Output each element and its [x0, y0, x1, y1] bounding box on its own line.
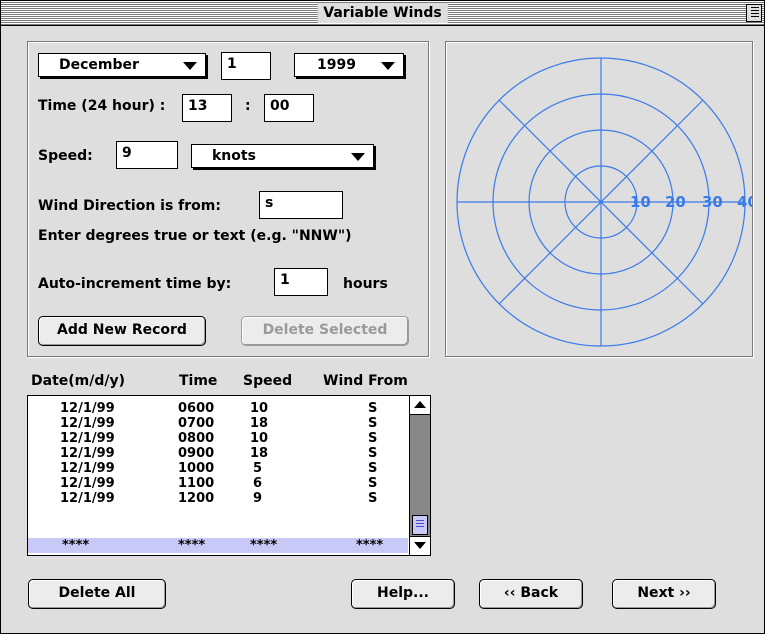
cell-speed: 18: [250, 446, 269, 461]
cell-date: 12/1/99: [60, 416, 115, 431]
month-select[interactable]: December: [38, 53, 206, 77]
month-select-value: December: [59, 57, 139, 73]
cell-date: 12/1/99: [60, 461, 115, 476]
ring-label-10: 10: [630, 193, 651, 211]
table-row[interactable]: 12/1/99 0600 10 S: [28, 401, 408, 416]
year-select[interactable]: 1999: [294, 53, 404, 77]
table-row[interactable]: 12/1/99 1200 9 S: [28, 491, 408, 506]
ring-label-20: 20: [665, 193, 686, 211]
col-header-wind-from: Wind From: [323, 373, 408, 389]
col-header-speed: Speed: [243, 373, 293, 389]
cell-time: 0800: [178, 431, 215, 446]
next-button[interactable]: Next ››: [612, 579, 716, 609]
chevron-down-icon: [381, 62, 395, 70]
col-header-date: Date(m/d/y): [31, 373, 126, 389]
delete-selected-button[interactable]: Delete Selected: [241, 316, 409, 346]
variable-winds-window: Variable Winds December 1 1999 Time (24 …: [0, 0, 765, 634]
cell-speed: ****: [250, 538, 278, 553]
scroll-down-arrow-icon[interactable]: [410, 536, 430, 555]
table-row[interactable]: 12/1/99 0700 18 S: [28, 416, 408, 431]
increment-label: Auto-increment time by:: [38, 276, 232, 292]
time-separator: :: [245, 98, 251, 114]
cell-date: 12/1/99: [60, 446, 115, 461]
speed-unit-select[interactable]: knots: [191, 144, 374, 168]
cell-speed: 18: [250, 416, 269, 431]
speed-unit-value: knots: [212, 148, 256, 164]
list-scrollbar[interactable]: [409, 396, 430, 555]
cell-time: 1200: [178, 491, 215, 506]
cell-wind-from: S: [368, 491, 378, 506]
records-list[interactable]: 12/1/99 0600 10 S 12/1/99 0700 18 S 12/1…: [27, 395, 431, 556]
cell-wind-from: S: [368, 401, 378, 416]
cell-wind-from: S: [368, 446, 378, 461]
cell-wind-from: S: [368, 461, 378, 476]
record-entry-panel: December 1 1999 Time (24 hour) : 13 : 00…: [27, 41, 429, 357]
back-button[interactable]: ‹‹ Back: [479, 579, 583, 609]
cell-wind-from: S: [368, 431, 378, 446]
cell-date: 12/1/99: [60, 476, 115, 491]
cell-wind-from: ****: [356, 538, 384, 553]
compass-panel: 10 20 30 40: [445, 41, 758, 357]
scroll-thumb[interactable]: [412, 515, 428, 535]
direction-hint: Enter degrees true or text (e.g. "NNW"): [38, 228, 352, 244]
col-header-time: Time: [179, 373, 218, 389]
cell-date: 12/1/99: [60, 491, 115, 506]
cell-speed: 10: [250, 401, 269, 416]
table-row[interactable]: 12/1/99 1000 5 S: [28, 461, 408, 476]
increment-unit: hours: [343, 276, 388, 292]
cell-speed: 10: [250, 431, 269, 446]
time-label: Time (24 hour) :: [38, 98, 166, 114]
cell-date: ****: [62, 538, 90, 553]
increment-field[interactable]: 1: [274, 268, 328, 296]
wind-rose-chart: 10 20 30 40: [456, 57, 758, 347]
table-row[interactable]: 12/1/99 1100 6 S: [28, 476, 408, 491]
cell-speed: 9: [253, 491, 263, 506]
speed-field[interactable]: 9: [116, 141, 178, 169]
minute-field[interactable]: 00: [264, 94, 314, 122]
add-new-record-button[interactable]: Add New Record: [38, 316, 206, 346]
cell-speed: 5: [253, 461, 263, 476]
delete-all-button[interactable]: Delete All: [28, 579, 166, 609]
ring-label-40: 40: [737, 193, 752, 211]
year-select-value: 1999: [317, 57, 356, 73]
scroll-up-arrow-icon[interactable]: [410, 396, 430, 415]
cell-date: 12/1/99: [60, 431, 115, 446]
speed-label: Speed:: [38, 148, 93, 164]
zoom-box-icon[interactable]: [746, 4, 762, 22]
cell-wind-from: S: [368, 476, 378, 491]
direction-label: Wind Direction is from:: [38, 198, 221, 214]
chevron-down-icon: [183, 62, 197, 70]
direction-field[interactable]: s: [259, 191, 343, 219]
cell-time: 1100: [178, 476, 215, 491]
help-button[interactable]: Help...: [351, 579, 455, 609]
cell-speed: 6: [253, 476, 263, 491]
cell-time: 1000: [178, 461, 215, 476]
ring-label-30: 30: [702, 193, 723, 211]
table-row-selected[interactable]: **** **** **** ****: [28, 538, 408, 553]
title-bar[interactable]: Variable Winds: [1, 1, 764, 26]
table-row[interactable]: 12/1/99 0800 10 S: [28, 431, 408, 446]
cell-time: ****: [178, 538, 206, 553]
chevron-down-icon: [351, 153, 365, 161]
table-row[interactable]: 12/1/99 0900 18 S: [28, 446, 408, 461]
cell-date: 12/1/99: [60, 401, 115, 416]
cell-time: 0600: [178, 401, 215, 416]
cell-wind-from: S: [368, 416, 378, 431]
hour-field[interactable]: 13: [182, 94, 232, 122]
cell-time: 0700: [178, 416, 215, 431]
window-title: Variable Winds: [317, 3, 448, 23]
day-field[interactable]: 1: [221, 52, 271, 80]
cell-time: 0900: [178, 446, 215, 461]
